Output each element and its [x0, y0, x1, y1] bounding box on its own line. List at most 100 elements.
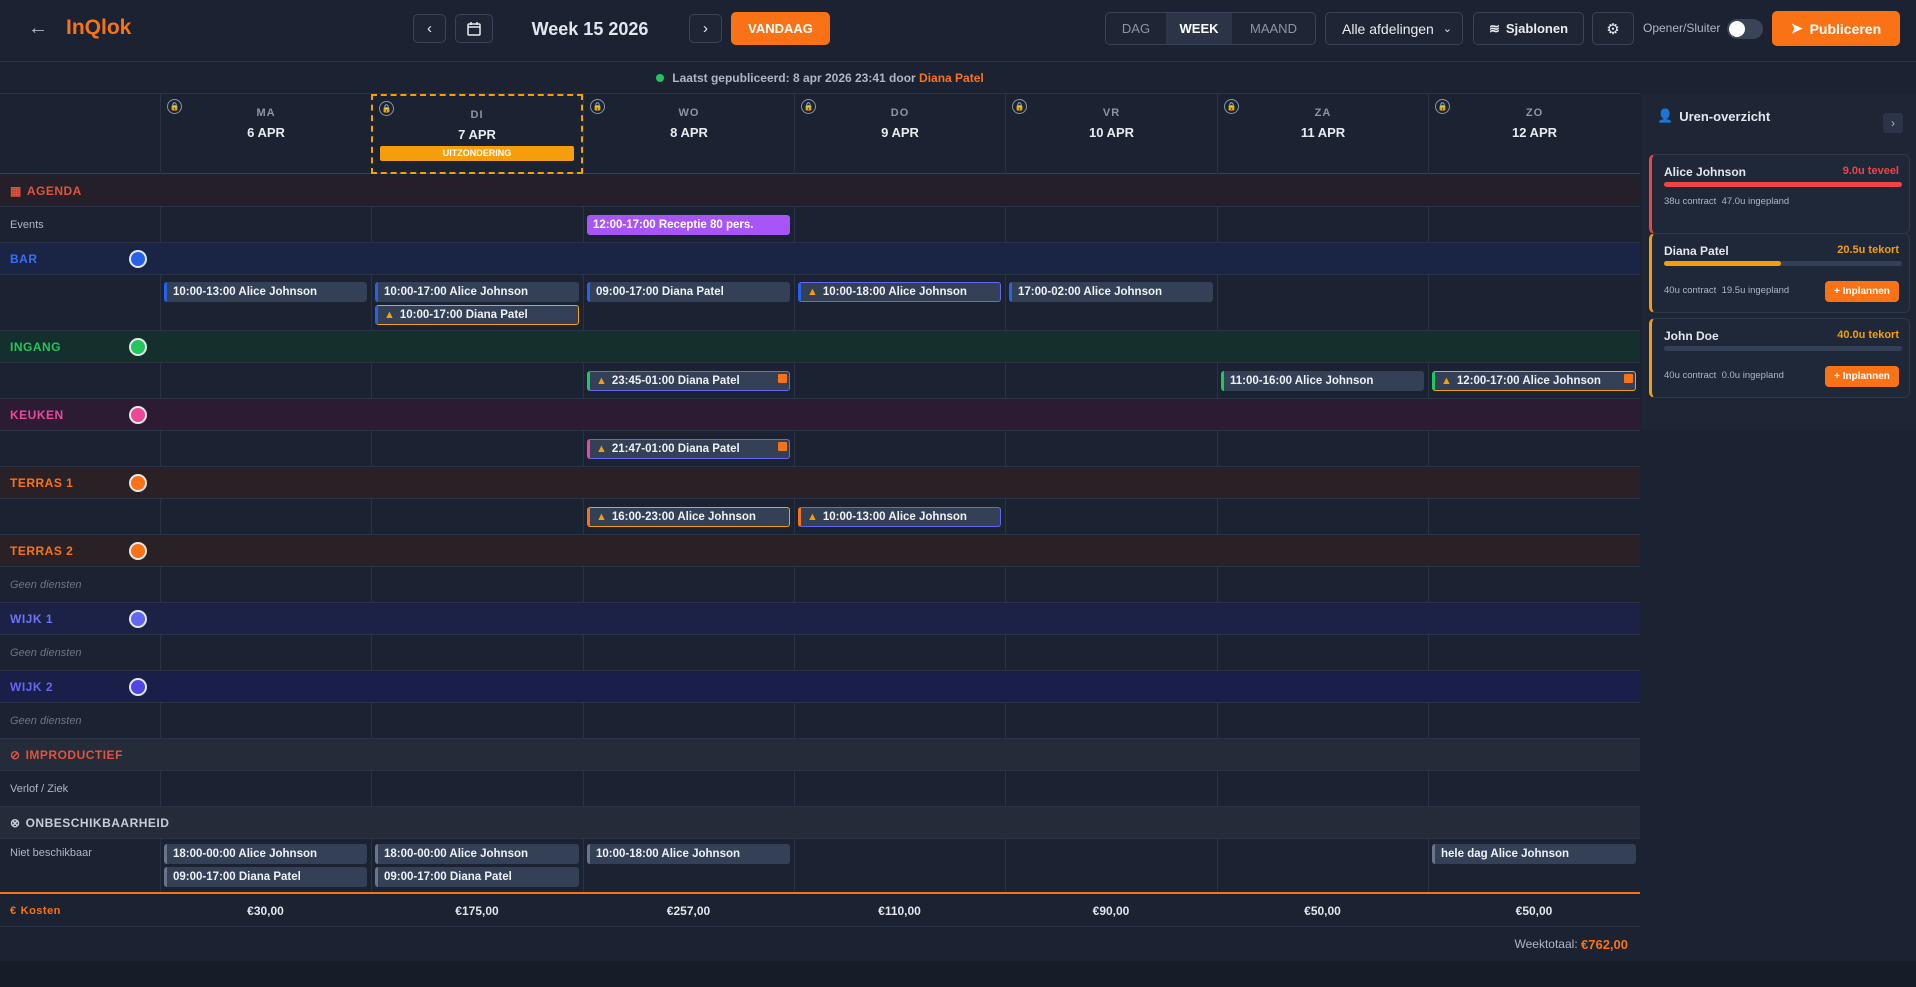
person-card[interactable]: John Doe 40.0u tekort 40u contract 0.0u … [1649, 318, 1910, 398]
cell[interactable] [583, 771, 794, 806]
cell[interactable] [1005, 703, 1217, 738]
today-button[interactable]: VANDAAG [731, 12, 830, 45]
cell[interactable] [794, 635, 1005, 670]
cell[interactable] [794, 567, 1005, 602]
lock-icon[interactable]: 🔒 [801, 99, 816, 114]
cell[interactable] [794, 771, 1005, 806]
schedule-button[interactable]: + Inplannen [1825, 281, 1899, 302]
cell[interactable] [1428, 703, 1640, 738]
person-card[interactable]: Diana Patel 20.5u tekort 40u contract 19… [1649, 233, 1910, 313]
cell[interactable] [583, 567, 794, 602]
cell[interactable] [160, 567, 371, 602]
cell[interactable] [1005, 771, 1217, 806]
lock-icon[interactable]: 🔒 [1012, 99, 1027, 114]
cell[interactable] [794, 431, 1005, 466]
cell[interactable] [160, 771, 371, 806]
shift-block[interactable]: ▲ 23:45-01:00 Diana Patel [587, 371, 790, 391]
department-select[interactable]: Alle afdelingen ⌄ [1325, 12, 1463, 45]
cell[interactable] [160, 431, 371, 466]
cell[interactable] [1428, 771, 1640, 806]
dept-color-dot[interactable] [129, 405, 147, 424]
cell[interactable] [160, 499, 371, 534]
cell[interactable] [371, 567, 583, 602]
day-header[interactable]: 🔒 DI 7 APR UITZONDERING [371, 94, 583, 174]
shift-block[interactable]: 11:00-16:00 Alice Johnson [1221, 371, 1424, 391]
unavailable-block[interactable]: 10:00-18:00 Alice Johnson [587, 844, 790, 864]
lock-icon[interactable]: 🔒 [167, 99, 182, 114]
view-day-tab[interactable]: DAG [1106, 13, 1166, 44]
lock-icon[interactable]: 🔒 [1435, 99, 1450, 114]
cell[interactable] [1217, 567, 1428, 602]
event-block[interactable]: 12:00-17:00 Receptie 80 pers. [587, 215, 790, 235]
view-month-tab[interactable]: MAAND [1232, 13, 1315, 44]
shift-block[interactable]: 09:00-17:00 Diana Patel [587, 282, 790, 302]
shift-block[interactable]: ▲ 16:00-23:00 Alice Johnson [587, 507, 790, 527]
prev-week-button[interactable]: ‹ [413, 14, 446, 43]
cell[interactable] [1217, 207, 1428, 242]
cell[interactable] [1217, 771, 1428, 806]
cell[interactable] [1217, 839, 1428, 892]
cell[interactable] [371, 703, 583, 738]
day-header[interactable]: 🔒 WO 8 APR [583, 94, 794, 174]
shift-block[interactable]: ▲ 12:00-17:00 Alice Johnson [1432, 371, 1636, 391]
cell[interactable] [1005, 635, 1217, 670]
templates-button[interactable]: ≋ Sjablonen [1473, 12, 1584, 45]
cell[interactable] [1005, 499, 1217, 534]
cell[interactable] [1428, 567, 1640, 602]
cell[interactable] [583, 635, 794, 670]
shift-block[interactable]: ▲ 10:00-17:00 Diana Patel [375, 305, 579, 325]
back-arrow-icon[interactable]: ← [24, 14, 52, 42]
cell[interactable] [371, 431, 583, 466]
dept-color-dot[interactable] [129, 249, 147, 268]
dept-color-dot[interactable] [129, 541, 147, 560]
dept-color-dot[interactable] [129, 677, 147, 696]
day-header[interactable]: 🔒 ZA 11 APR [1217, 94, 1428, 174]
cell[interactable] [1005, 839, 1217, 892]
shift-block[interactable]: ▲ 10:00-18:00 Alice Johnson [798, 282, 1001, 302]
cell[interactable] [794, 839, 1005, 892]
unavailable-block[interactable]: 18:00-00:00 Alice Johnson [164, 844, 367, 864]
opener-toggle[interactable] [1727, 19, 1763, 39]
cell[interactable] [160, 207, 371, 242]
day-header[interactable]: 🔒 DO 9 APR [794, 94, 1005, 174]
cell[interactable] [794, 207, 1005, 242]
cell[interactable] [1005, 363, 1217, 398]
settings-button[interactable]: ⚙ [1592, 12, 1634, 45]
schedule-button[interactable]: + Inplannen [1825, 366, 1899, 387]
day-header[interactable]: 🔒 MA 6 APR [160, 94, 371, 174]
cell[interactable] [1217, 499, 1428, 534]
calendar-button[interactable] [455, 14, 493, 43]
cell[interactable] [1428, 207, 1640, 242]
unavailable-block[interactable]: hele dag Alice Johnson [1432, 844, 1636, 864]
cell[interactable] [794, 363, 1005, 398]
lock-icon[interactable]: 🔒 [1224, 99, 1239, 114]
cell[interactable] [1005, 207, 1217, 242]
shift-block[interactable]: ▲ 10:00-13:00 Alice Johnson [798, 507, 1001, 527]
publish-button[interactable]: ➤ Publiceren [1772, 11, 1900, 46]
cell[interactable] [1428, 275, 1640, 330]
shift-block[interactable]: 17:00-02:00 Alice Johnson [1009, 282, 1213, 302]
cell[interactable] [794, 703, 1005, 738]
cell[interactable] [160, 635, 371, 670]
cell[interactable] [1005, 567, 1217, 602]
lock-icon[interactable]: 🔒 [379, 101, 394, 116]
unavailable-block[interactable]: 18:00-00:00 Alice Johnson [375, 844, 579, 864]
cell[interactable] [371, 771, 583, 806]
unavailable-block[interactable]: 09:00-17:00 Diana Patel [375, 867, 579, 887]
cell[interactable] [371, 363, 583, 398]
person-card[interactable]: Alice Johnson 9.0u teveel 38u contract 4… [1649, 154, 1910, 234]
lock-icon[interactable]: 🔒 [590, 99, 605, 114]
cell[interactable] [1428, 499, 1640, 534]
cell[interactable] [1217, 703, 1428, 738]
cell[interactable] [160, 363, 371, 398]
cell[interactable] [371, 207, 583, 242]
unavailable-block[interactable]: 09:00-17:00 Diana Patel [164, 867, 367, 887]
cell[interactable] [371, 635, 583, 670]
cell[interactable] [1217, 275, 1428, 330]
cell[interactable] [583, 703, 794, 738]
day-header[interactable]: 🔒 ZO 12 APR [1428, 94, 1640, 174]
cell[interactable] [1428, 635, 1640, 670]
cell[interactable] [1428, 431, 1640, 466]
dept-color-dot[interactable] [129, 473, 147, 492]
cell[interactable] [1217, 431, 1428, 466]
